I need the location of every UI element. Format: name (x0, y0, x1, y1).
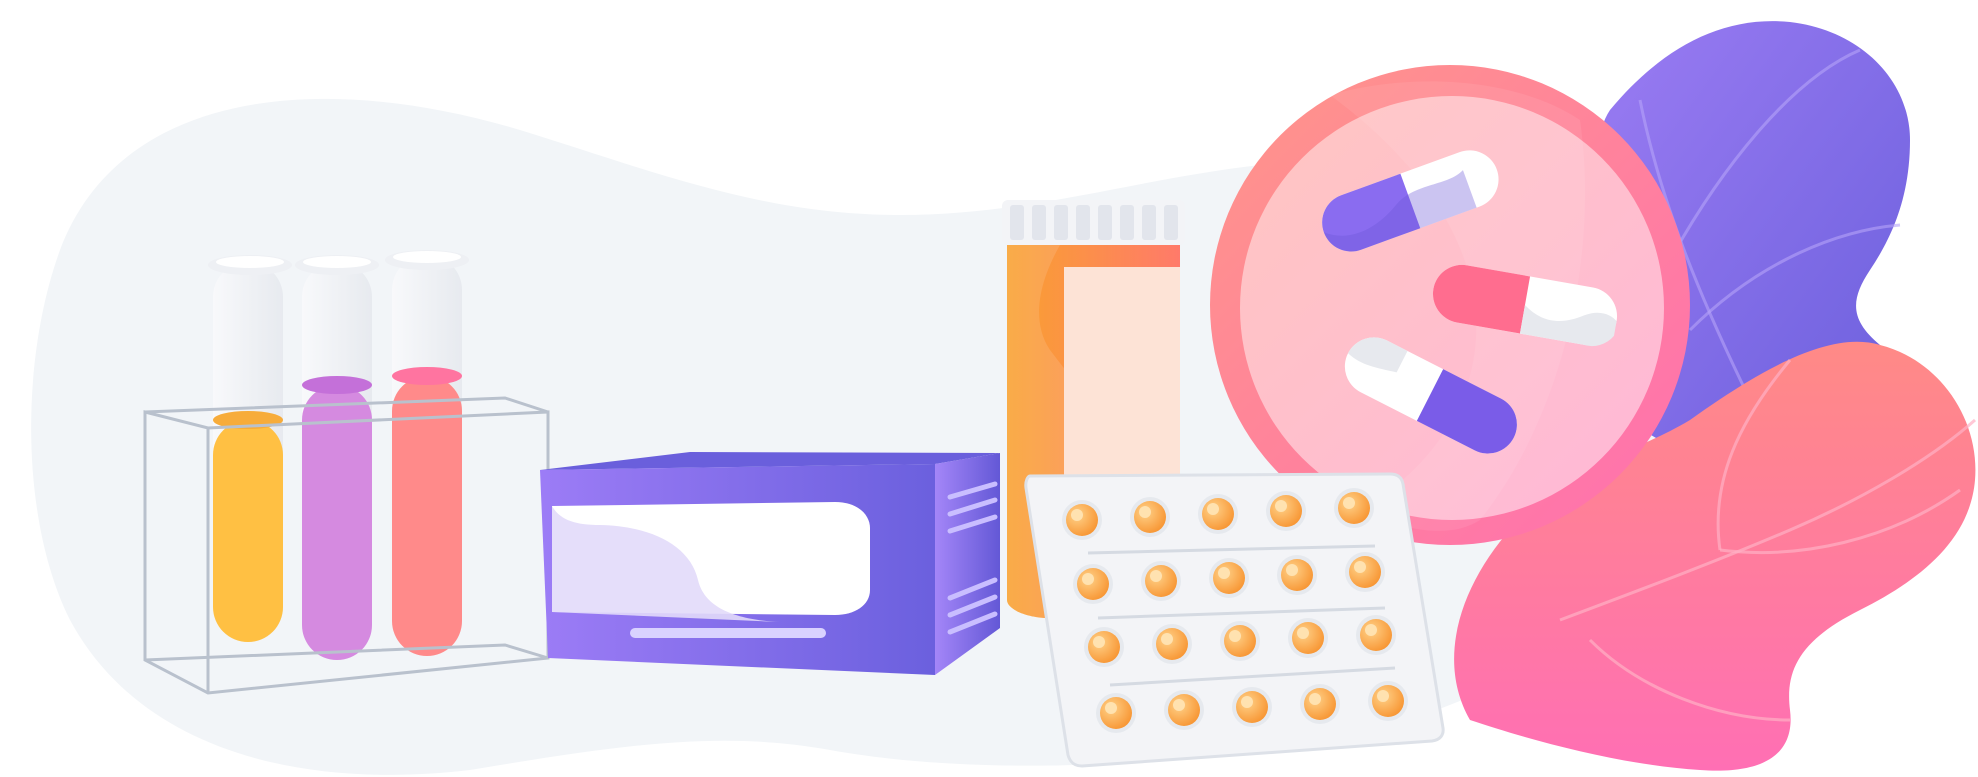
pharmacy-illustration (0, 0, 1978, 777)
blister-pill (1266, 491, 1306, 531)
test-tube-red (385, 250, 469, 656)
blister-pill (1141, 561, 1181, 601)
blister-pill (1300, 684, 1340, 724)
blister-pill (1288, 618, 1328, 658)
blister-pill (1232, 687, 1272, 727)
blister-pill (1096, 693, 1136, 733)
blister-pill (1220, 621, 1260, 661)
blister-pill (1130, 497, 1170, 537)
blister-pill (1368, 681, 1408, 721)
blister-pill (1198, 494, 1238, 534)
capsule-bubble (1210, 65, 1690, 545)
test-tube-purple (295, 255, 379, 660)
blister-pill (1356, 615, 1396, 655)
blister-pill (1209, 558, 1249, 598)
blister-pill (1277, 555, 1317, 595)
blister-pill (1345, 552, 1385, 592)
test-tube-yellow (208, 255, 292, 642)
blister-pack (1024, 472, 1445, 768)
illustration-canvas (31, 21, 1976, 775)
medicine-box (540, 452, 1000, 675)
blister-pill (1062, 500, 1102, 540)
blister-pill (1073, 564, 1113, 604)
blister-pill (1334, 488, 1374, 528)
blister-pill (1084, 627, 1124, 667)
blister-pill (1164, 690, 1204, 730)
blister-pill (1152, 624, 1192, 664)
